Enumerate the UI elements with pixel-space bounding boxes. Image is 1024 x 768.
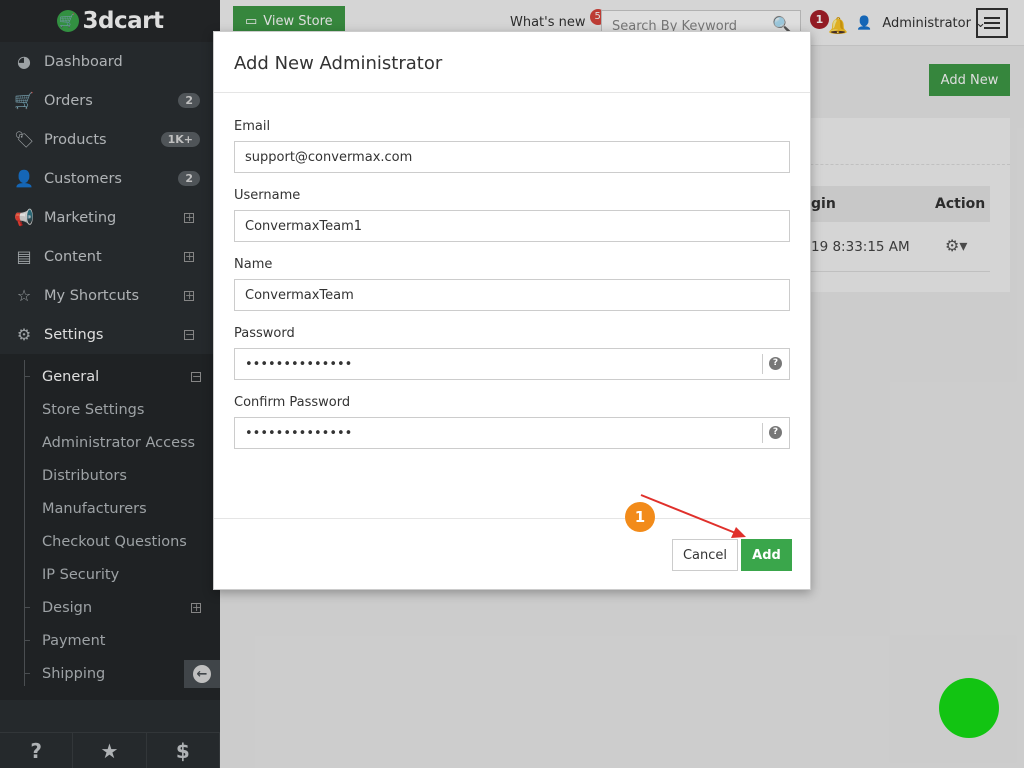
help-icon[interactable]: ?: [769, 357, 782, 370]
username-field-group: Username ConvermaxTeam1: [234, 188, 790, 242]
email-field[interactable]: support@convermax.com: [234, 141, 790, 173]
name-label: Name: [234, 257, 273, 272]
modal-title: Add New Administrator: [214, 32, 810, 93]
email-field-group: Email support@convermax.com: [234, 119, 790, 173]
password-label: Password: [234, 326, 295, 341]
modal-body: Email support@convermax.com Username Con…: [214, 93, 810, 449]
confirm-password-field-group: Confirm Password •••••••••••••• ?: [234, 395, 790, 449]
username-label: Username: [234, 188, 301, 203]
add-button[interactable]: Add: [741, 539, 792, 571]
help-icon[interactable]: ?: [769, 426, 782, 439]
confirm-password-field[interactable]: •••••••••••••• ?: [234, 417, 790, 449]
password-field-group: Password •••••••••••••• ?: [234, 326, 790, 380]
password-field[interactable]: •••••••••••••• ?: [234, 348, 790, 380]
name-field[interactable]: ConvermaxTeam: [234, 279, 790, 311]
add-administrator-modal: Add New Administrator Email support@conv…: [213, 31, 811, 590]
name-field-group: Name ConvermaxTeam: [234, 257, 790, 311]
confirm-password-label: Confirm Password: [234, 395, 351, 410]
floating-action-button[interactable]: [939, 678, 999, 738]
modal-footer: Cancel Add: [214, 518, 810, 589]
username-field[interactable]: ConvermaxTeam1: [234, 210, 790, 242]
cancel-button[interactable]: Cancel: [672, 539, 738, 571]
email-label: Email: [234, 119, 271, 134]
step-marker: 1: [625, 502, 655, 532]
